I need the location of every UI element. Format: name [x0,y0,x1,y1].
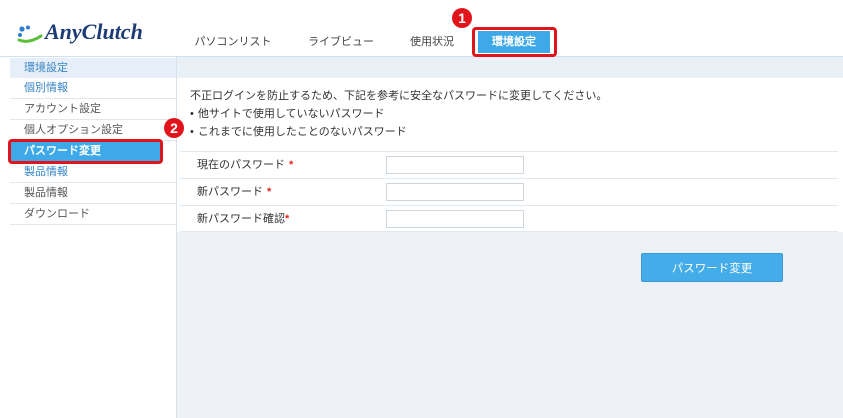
sidebar-item-account-settings[interactable]: アカウント設定 [10,99,176,120]
content-header-strip [177,57,843,78]
sidebar-item-download[interactable]: ダウンロード [10,204,176,225]
password-change-panel: 不正ログインを防止するため、下記を参考に安全なパスワードに変更してください。 他… [177,78,843,232]
form-row-confirm-password: 新パスワード確認* [180,205,838,232]
field-label: 新パスワード確認 [197,213,285,225]
annotation-number-badge: 2 [164,118,184,138]
required-mark: * [267,186,272,198]
tab-settings[interactable]: 環境設定 [478,31,550,53]
field-label: 新パスワード [197,186,263,198]
sidebar: 環境設定 個別情報 アカウント設定 個人オプション設定 パスワード変更 製品情報… [0,57,177,418]
current-password-input[interactable] [386,156,524,174]
sidebar-item-personal-options[interactable]: 個人オプション設定 [10,120,176,141]
password-guidance-list: 他サイトで使用していないパスワード これまでに使用したことのないパスワード [190,105,407,141]
main-content: 不正ログインを防止するため、下記を参考に安全なパスワードに変更してください。 他… [177,57,843,418]
form-row-new-password: 新パスワード * [180,178,838,205]
sidebar-section-product-info[interactable]: 製品情報 [10,162,176,183]
guidance-bullet: 他サイトで使用していないパスワード [190,105,407,123]
confirm-password-label: 新パスワード確認* [197,206,289,232]
new-password-input[interactable] [386,183,524,201]
password-guidance-text: 不正ログインを防止するため、下記を参考に安全なパスワードに変更してください。 [190,90,608,102]
form-row-current-password: 現在のパスワード * [180,151,838,178]
sidebar-title[interactable]: 環境設定 [10,58,176,78]
field-label: 現在のパスワード [197,159,285,171]
current-password-label: 現在のパスワード * [197,152,293,178]
anyclutch-logo-icon [17,25,43,43]
tab-pc-list[interactable]: パソコンリスト [190,31,276,53]
guidance-bullet: これまでに使用したことのないパスワード [190,123,407,141]
sidebar-section-personal-info[interactable]: 個別情報 [10,78,176,99]
confirm-password-input[interactable] [386,210,524,228]
sidebar-item-product-info[interactable]: 製品情報 [10,183,176,204]
sidebar-menu: 環境設定 個別情報 アカウント設定 個人オプション設定 パスワード変更 製品情報… [10,58,176,225]
new-password-label: 新パスワード * [197,179,271,205]
required-mark: * [285,213,290,225]
change-password-button[interactable]: パスワード変更 [641,253,783,282]
required-mark: * [289,159,294,171]
top-header: AnyClutch パソコンリスト ライブビュー 使用状況 環境設定 [0,0,843,57]
sidebar-item-password-change[interactable]: パスワード変更 [11,141,160,162]
logo-text: AnyClutch [45,19,143,44]
tab-live-view[interactable]: ライブビュー [300,31,382,53]
logo[interactable]: AnyClutch [17,19,167,47]
form-footer-area: パスワード変更 [177,232,843,418]
tab-usage[interactable]: 使用状況 [396,31,468,53]
password-change-form: 現在のパスワード * 新パスワード * 新パスワード確認* [180,151,838,232]
annotation-number-badge: 1 [452,8,472,28]
